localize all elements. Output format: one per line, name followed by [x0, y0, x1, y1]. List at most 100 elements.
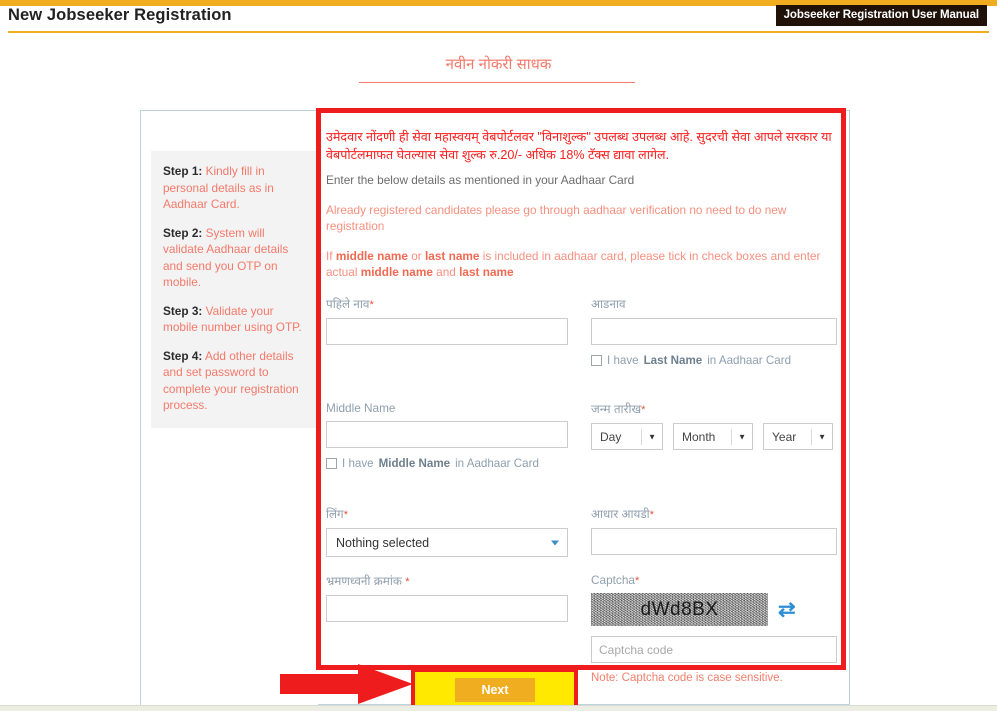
- note-bold: middle name: [335, 249, 408, 263]
- refresh-icon[interactable]: ⇄: [778, 599, 796, 620]
- chevron-down-icon: ▼: [818, 432, 826, 441]
- last-name-label-text: आडनाव: [591, 297, 626, 311]
- checkbox-text-pre: I have: [342, 457, 374, 470]
- captcha-label: Captcha*: [591, 573, 837, 587]
- dob-month-select[interactable]: Month ▼: [673, 423, 753, 450]
- chevron-down-icon: ▼: [738, 432, 746, 441]
- last-name-checkbox-row[interactable]: I have Last Name in Aadhaar Card: [591, 354, 837, 367]
- already-registered-notice: Already registered candidates please go …: [326, 203, 787, 233]
- first-name-label-text: पहिले नाव: [326, 297, 370, 311]
- dob-day-select[interactable]: Day ▼: [591, 423, 663, 450]
- page-title: New Jobseeker Registration: [8, 6, 232, 24]
- step-item: Step 3: Validate your mobile number usin…: [163, 303, 306, 336]
- next-button[interactable]: Next: [455, 678, 535, 702]
- step-item: Step 2: System will validate Aadhaar det…: [163, 225, 306, 291]
- page-header: New Jobseeker Registration Jobseeker Reg…: [0, 5, 997, 31]
- section-heading: नवीन नोकरी साधक: [445, 56, 552, 73]
- captcha-row: dWd8BX ⇄: [591, 593, 837, 626]
- dob-year-select[interactable]: Year ▼: [763, 423, 833, 450]
- captcha-note: Note: Captcha code is case sensitive.: [591, 672, 783, 684]
- select-separator: [731, 429, 732, 445]
- aadhaar-input[interactable]: [591, 528, 837, 555]
- checkbox-text-bold: Middle Name: [378, 457, 451, 470]
- mobile-label-text: भ्रमणध्वनी क्रमांक: [326, 574, 406, 588]
- note-part: and: [432, 265, 460, 279]
- required-marker: *: [369, 299, 374, 311]
- gender-label-text: लिंग: [326, 507, 344, 521]
- dob-day-value: Day: [600, 429, 622, 444]
- red-arrow-annotation: [280, 664, 413, 704]
- checkbox-text-bold: Last Name: [643, 354, 703, 367]
- captcha-group: Captcha* dWd8BX ⇄ Note: Captcha code is …: [591, 573, 837, 684]
- captcha-image: dWd8BX: [591, 593, 768, 626]
- aadhaar-label-text: आधार आयडी: [591, 507, 650, 521]
- middle-name-group: Middle Name I have Middle Name in Aadhaa…: [326, 401, 568, 470]
- gender-select[interactable]: Nothing selected: [326, 528, 568, 557]
- header-divider: [8, 31, 989, 33]
- gender-aadhaar-row: लिंग* Nothing selected आधार आयडी*: [326, 506, 840, 573]
- middle-name-dob-row: Middle Name I have Middle Name in Aadhaa…: [326, 401, 840, 506]
- note-part: or: [407, 249, 426, 263]
- select-separator: [811, 429, 812, 445]
- required-marker: *: [649, 509, 655, 521]
- required-marker: *: [634, 575, 640, 587]
- last-name-checkbox[interactable]: [591, 355, 602, 366]
- aadhaar-group: आधार आयडी*: [591, 506, 837, 555]
- last-name-input[interactable]: [591, 318, 837, 345]
- gender-label: लिंग*: [326, 506, 568, 522]
- chevron-down-icon: ▼: [648, 432, 656, 441]
- aadhaar-label: आधार आयडी*: [591, 506, 837, 522]
- first-name-input[interactable]: [326, 318, 568, 345]
- middle-name-checkbox[interactable]: [326, 458, 337, 469]
- gender-group: लिंग* Nothing selected: [326, 506, 568, 557]
- mobile-label: भ्रमणध्वनी क्रमांक *: [326, 573, 568, 589]
- name-row: पहिले नाव* आडनाव I have Last Name in Aadh…: [326, 296, 840, 401]
- checkbox-text-pre: I have: [607, 354, 639, 367]
- bottom-band: [0, 705, 997, 711]
- section-heading-underline: [359, 82, 635, 83]
- step-label: Step 1:: [163, 164, 203, 178]
- step-label: Step 2:: [163, 225, 203, 240]
- note-bold: last name: [459, 265, 514, 279]
- dob-group: जन्म तारीख* Day ▼ Month ▼ Year ▼: [591, 401, 837, 450]
- middle-name-label: Middle Name: [326, 401, 568, 415]
- gender-selected-value: Nothing selected: [336, 535, 430, 550]
- checkbox-text-post: in Aadhaar Card: [455, 457, 539, 470]
- step-item: Step 1: Kindly fill in personal details …: [163, 163, 306, 213]
- caret-down-icon: [551, 540, 559, 545]
- first-name-label: पहिले नाव*: [326, 296, 568, 312]
- last-name-label: आडनाव: [591, 296, 837, 312]
- mobile-group: भ्रमणध्वनी क्रमांक *: [326, 573, 568, 622]
- checkbox-text-post: in Aadhaar Card: [707, 354, 792, 367]
- steps-column: Step 1: Kindly fill in personal details …: [141, 111, 318, 706]
- dob-label: जन्म तारीख*: [591, 401, 837, 417]
- select-separator: [641, 429, 642, 445]
- captcha-label-text: Captcha: [591, 573, 635, 587]
- registration-form: उमेदवार नोंदणी ही सेवा महास्वयम् वेबपोर्…: [318, 111, 850, 706]
- note-bold: middle name: [360, 265, 433, 279]
- user-manual-button[interactable]: Jobseeker Registration User Manual: [775, 5, 987, 26]
- mobile-input[interactable]: [326, 595, 568, 622]
- captcha-input[interactable]: [591, 636, 837, 663]
- marathi-fee-notice: उमेदवार नोंदणी ही सेवा महास्वयम् वेबपोर्…: [326, 130, 832, 162]
- step-label: Step 3:: [163, 303, 203, 318]
- middle-name-input[interactable]: [326, 421, 568, 448]
- dob-year-value: Year: [772, 429, 797, 444]
- dob-label-text: जन्म तारीख: [591, 402, 642, 416]
- required-marker: *: [405, 576, 410, 588]
- middle-name-label-text: Middle Name: [326, 401, 396, 415]
- first-name-group: पहिले नाव*: [326, 296, 568, 345]
- dob-selects: Day ▼ Month ▼ Year ▼: [591, 423, 837, 450]
- aadhaar-instruction: Enter the below details as mentioned in …: [326, 173, 635, 187]
- middle-name-checkbox-row[interactable]: I have Middle Name in Aadhaar Card: [326, 457, 568, 470]
- required-marker: *: [343, 509, 348, 521]
- steps-box: Step 1: Kindly fill in personal details …: [151, 151, 318, 428]
- last-name-group: आडनाव I have Last Name in Aadhaar Card: [591, 296, 837, 367]
- step-item: Step 4: Add other details and set passwo…: [163, 348, 306, 414]
- captcha-image-text: dWd8BX: [640, 598, 719, 620]
- required-marker: *: [641, 404, 646, 416]
- note-bold: last name: [425, 249, 480, 263]
- registration-panel: Step 1: Kindly fill in personal details …: [140, 110, 850, 706]
- dob-month-value: Month: [682, 429, 716, 444]
- checkbox-instruction-notice: If middle name or last name is included …: [326, 248, 840, 280]
